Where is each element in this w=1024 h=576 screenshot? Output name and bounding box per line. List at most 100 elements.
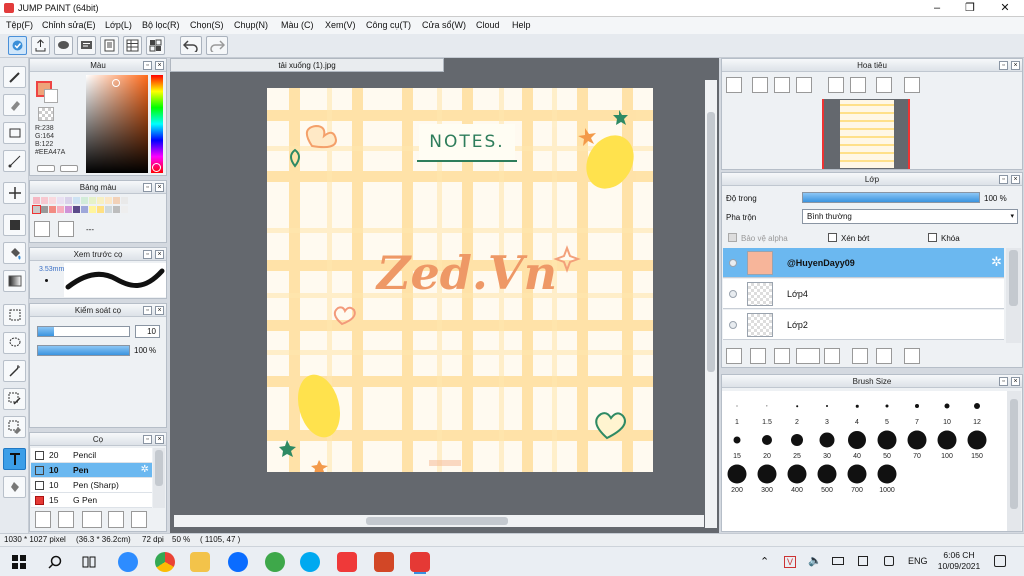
vivaldi-icon[interactable] — [337, 552, 357, 572]
visibility-icon[interactable] — [729, 321, 737, 329]
menu-cloud[interactable]: Cloud — [476, 20, 500, 30]
select-eraser-icon[interactable] — [3, 416, 26, 438]
merge-layer-icon[interactable] — [876, 348, 892, 364]
menu-help[interactable]: Help — [512, 20, 531, 30]
brush-size-option[interactable]: 100 — [932, 427, 962, 461]
zalo-icon[interactable] — [228, 552, 248, 572]
menu-window[interactable]: Cửa sổ(W) — [422, 20, 466, 30]
brush-menu-icon[interactable] — [82, 511, 102, 528]
palette-swatch[interactable] — [41, 206, 48, 213]
canvas-area[interactable]: tải xuống (1).jpg NOTES. Zed.Vn — [170, 58, 719, 534]
brush-size-scrollbar[interactable] — [1007, 391, 1021, 531]
close-button[interactable]: ✕ — [990, 0, 1020, 17]
panel-float-icon[interactable]: ▫ — [999, 377, 1008, 386]
clip-checkbox[interactable] — [828, 233, 837, 242]
pen-tool-icon[interactable] — [8, 36, 27, 55]
brush-size-option[interactable]: 1 — [722, 393, 752, 427]
hue-handle[interactable] — [152, 163, 161, 172]
clock[interactable]: 6:06 CH 10/09/2021 — [935, 550, 983, 572]
canvas-vertical-scrollbar[interactable] — [705, 80, 717, 528]
brush-size-option[interactable]: 300 — [752, 461, 782, 495]
brush-size-option[interactable]: 3 — [812, 393, 842, 427]
palette-swatch[interactable] — [121, 206, 128, 213]
brush-size-option[interactable]: 30 — [812, 427, 842, 461]
layer-opacity-slider[interactable] — [802, 192, 980, 203]
panel-close-icon[interactable]: × — [155, 306, 164, 315]
zoom-fit-icon[interactable] — [726, 77, 742, 93]
undo-icon[interactable] — [180, 36, 202, 55]
fill-rect-icon[interactable] — [3, 214, 26, 236]
eraser-icon[interactable] — [3, 94, 26, 116]
network-icon[interactable] — [884, 556, 894, 566]
hand-icon[interactable] — [3, 476, 26, 498]
grid-icon[interactable] — [146, 36, 165, 55]
visibility-icon[interactable] — [729, 290, 737, 298]
brush-size-option[interactable]: 25 — [782, 427, 812, 461]
palette-swatch[interactable] — [105, 206, 112, 213]
jump-paint-icon[interactable] — [410, 552, 430, 572]
panel-close-icon[interactable]: × — [155, 435, 164, 444]
chrome-icon[interactable] — [155, 552, 175, 572]
palette-swatch[interactable] — [32, 205, 41, 214]
brush-size-option[interactable]: 70 — [902, 427, 932, 461]
task-view-icon[interactable] — [82, 555, 96, 569]
panel-float-icon[interactable]: ▫ — [143, 250, 152, 259]
brush-size-option[interactable]: 1000 — [872, 461, 902, 495]
battery-icon[interactable] — [832, 557, 844, 565]
bucket-icon[interactable] — [3, 242, 26, 264]
layer-list-scrollbar[interactable] — [1006, 248, 1021, 343]
menu-file[interactable]: Tệp(F) — [6, 20, 33, 30]
move-icon[interactable] — [3, 182, 26, 204]
layer-menu-icon[interactable] — [796, 348, 820, 364]
palette-swatch[interactable] — [81, 197, 88, 204]
palette-swatch[interactable] — [121, 197, 128, 204]
table-icon[interactable] — [123, 36, 142, 55]
zoom-in-icon[interactable] — [752, 77, 768, 93]
gear-icon[interactable]: ✲ — [991, 254, 1002, 270]
zoom-icon[interactable] — [118, 552, 138, 572]
brush-size-option[interactable]: 4 — [842, 393, 872, 427]
brush-item-pen-sharp[interactable]: 10 Pen (Sharp) — [31, 478, 152, 493]
brush-size-option[interactable]: 2 — [782, 393, 812, 427]
palette-swatch[interactable] — [73, 206, 80, 213]
select-rect-icon[interactable] — [3, 304, 26, 326]
brush-size-input[interactable]: 10 — [135, 325, 160, 338]
menu-filter[interactable]: Bộ lọc(R) — [142, 20, 180, 30]
brush-size-option[interactable]: 400 — [782, 461, 812, 495]
brush-size-option[interactable]: 10 — [932, 393, 962, 427]
text-icon[interactable] — [3, 448, 26, 470]
menu-select[interactable]: Chọn(S) — [190, 20, 224, 30]
transparent-color-swatch[interactable] — [38, 107, 54, 121]
printer-icon[interactable] — [858, 556, 868, 566]
panel-close-icon[interactable]: × — [1011, 377, 1020, 386]
chat-icon[interactable] — [54, 36, 73, 55]
brush-settings-icon[interactable] — [108, 511, 124, 528]
new-vector-layer-icon[interactable] — [750, 348, 766, 364]
fit-window-icon[interactable] — [774, 77, 790, 93]
rotate-right-icon[interactable] — [850, 77, 866, 93]
palette-swatch[interactable] — [57, 197, 64, 204]
brush-size-option[interactable]: 200 — [722, 461, 752, 495]
palette-swatch[interactable] — [41, 197, 48, 204]
antivirus-icon[interactable]: V — [784, 556, 796, 568]
new-layer-icon[interactable] — [726, 348, 742, 364]
palette-swatch[interactable] — [65, 197, 72, 204]
new-brush-icon[interactable] — [58, 511, 74, 528]
background-color-swatch[interactable] — [44, 89, 58, 103]
flip-icon[interactable] — [876, 77, 892, 93]
document-icon[interactable] — [100, 36, 119, 55]
panel-close-icon[interactable]: × — [155, 250, 164, 259]
brush-size-option[interactable]: 700 — [842, 461, 872, 495]
brush-size-option[interactable]: 20 — [752, 427, 782, 461]
palette-swatch[interactable] — [49, 197, 56, 204]
layer-item-huyendayy09[interactable]: @HuyenDayy09 ✲ — [723, 248, 1004, 278]
delete-palette-icon[interactable] — [58, 221, 74, 237]
select-pen-icon[interactable] — [3, 388, 26, 410]
export-icon[interactable] — [31, 36, 50, 55]
menu-layer[interactable]: Lớp(L) — [105, 20, 132, 30]
redo-icon[interactable] — [206, 36, 228, 55]
language-indicator[interactable]: ENG — [908, 556, 928, 566]
brush-list-scrollbar[interactable] — [153, 448, 165, 508]
volume-icon[interactable]: 🔈 — [808, 554, 822, 567]
panel-float-icon[interactable]: ▫ — [999, 175, 1008, 184]
